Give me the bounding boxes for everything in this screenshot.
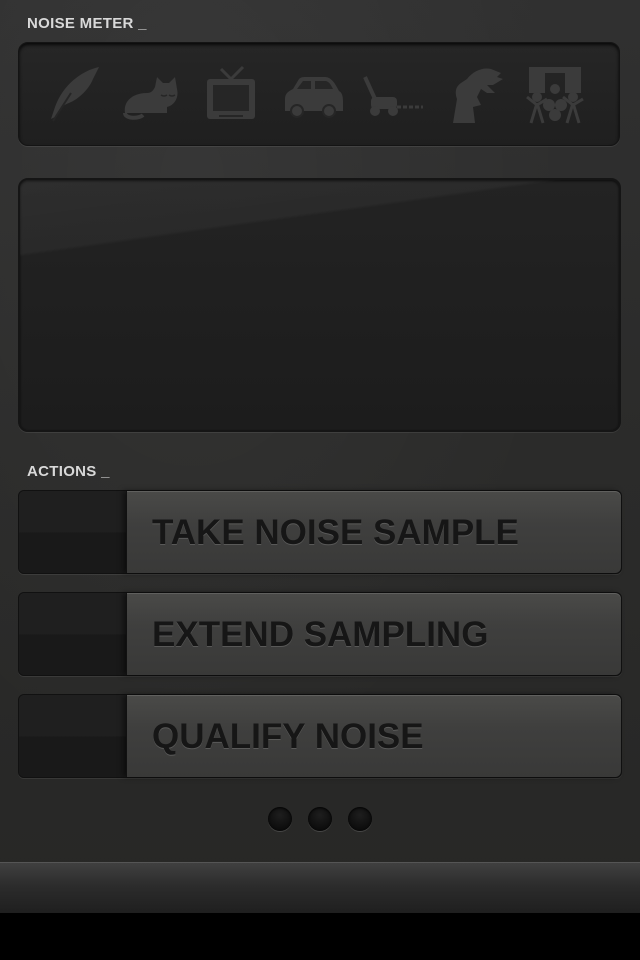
television-icon xyxy=(199,63,263,127)
page-dot-2[interactable] xyxy=(308,807,332,831)
extend-sampling-button[interactable]: EXTEND SAMPLING xyxy=(18,592,622,676)
feather-icon xyxy=(41,63,105,127)
button-indicator xyxy=(19,593,127,675)
noise-meter-screen: NOISE METER _ ACTIONS _ TAKE NOISE SAMPL… xyxy=(0,0,640,913)
bottom-toolbar xyxy=(0,862,640,913)
noise-meter-heading: NOISE METER _ xyxy=(27,15,147,32)
concert-crowd-icon xyxy=(523,63,587,127)
noise-display-screen xyxy=(18,178,621,432)
page-indicator xyxy=(0,807,640,831)
sleeping-cat-icon xyxy=(119,63,183,127)
lawn-mower-icon xyxy=(361,63,425,127)
button-plate: QUALIFY NOISE xyxy=(126,695,621,777)
page-dot-3[interactable] xyxy=(348,807,372,831)
button-indicator xyxy=(19,695,127,777)
noise-level-scale xyxy=(18,42,620,146)
button-label: EXTEND SAMPLING xyxy=(152,615,489,654)
actions-heading: ACTIONS _ xyxy=(27,463,110,480)
button-label: TAKE NOISE SAMPLE xyxy=(152,513,519,552)
take-noise-sample-button[interactable]: TAKE NOISE SAMPLE xyxy=(18,490,622,574)
button-indicator xyxy=(19,491,127,573)
t-rex-icon xyxy=(443,63,507,127)
button-plate: TAKE NOISE SAMPLE xyxy=(126,491,621,573)
button-label: QUALIFY NOISE xyxy=(152,717,424,756)
qualify-noise-button[interactable]: QUALIFY NOISE xyxy=(18,694,622,778)
button-plate: EXTEND SAMPLING xyxy=(126,593,621,675)
car-icon xyxy=(281,63,345,127)
page-dot-1[interactable] xyxy=(268,807,292,831)
screen-glare xyxy=(20,180,619,430)
